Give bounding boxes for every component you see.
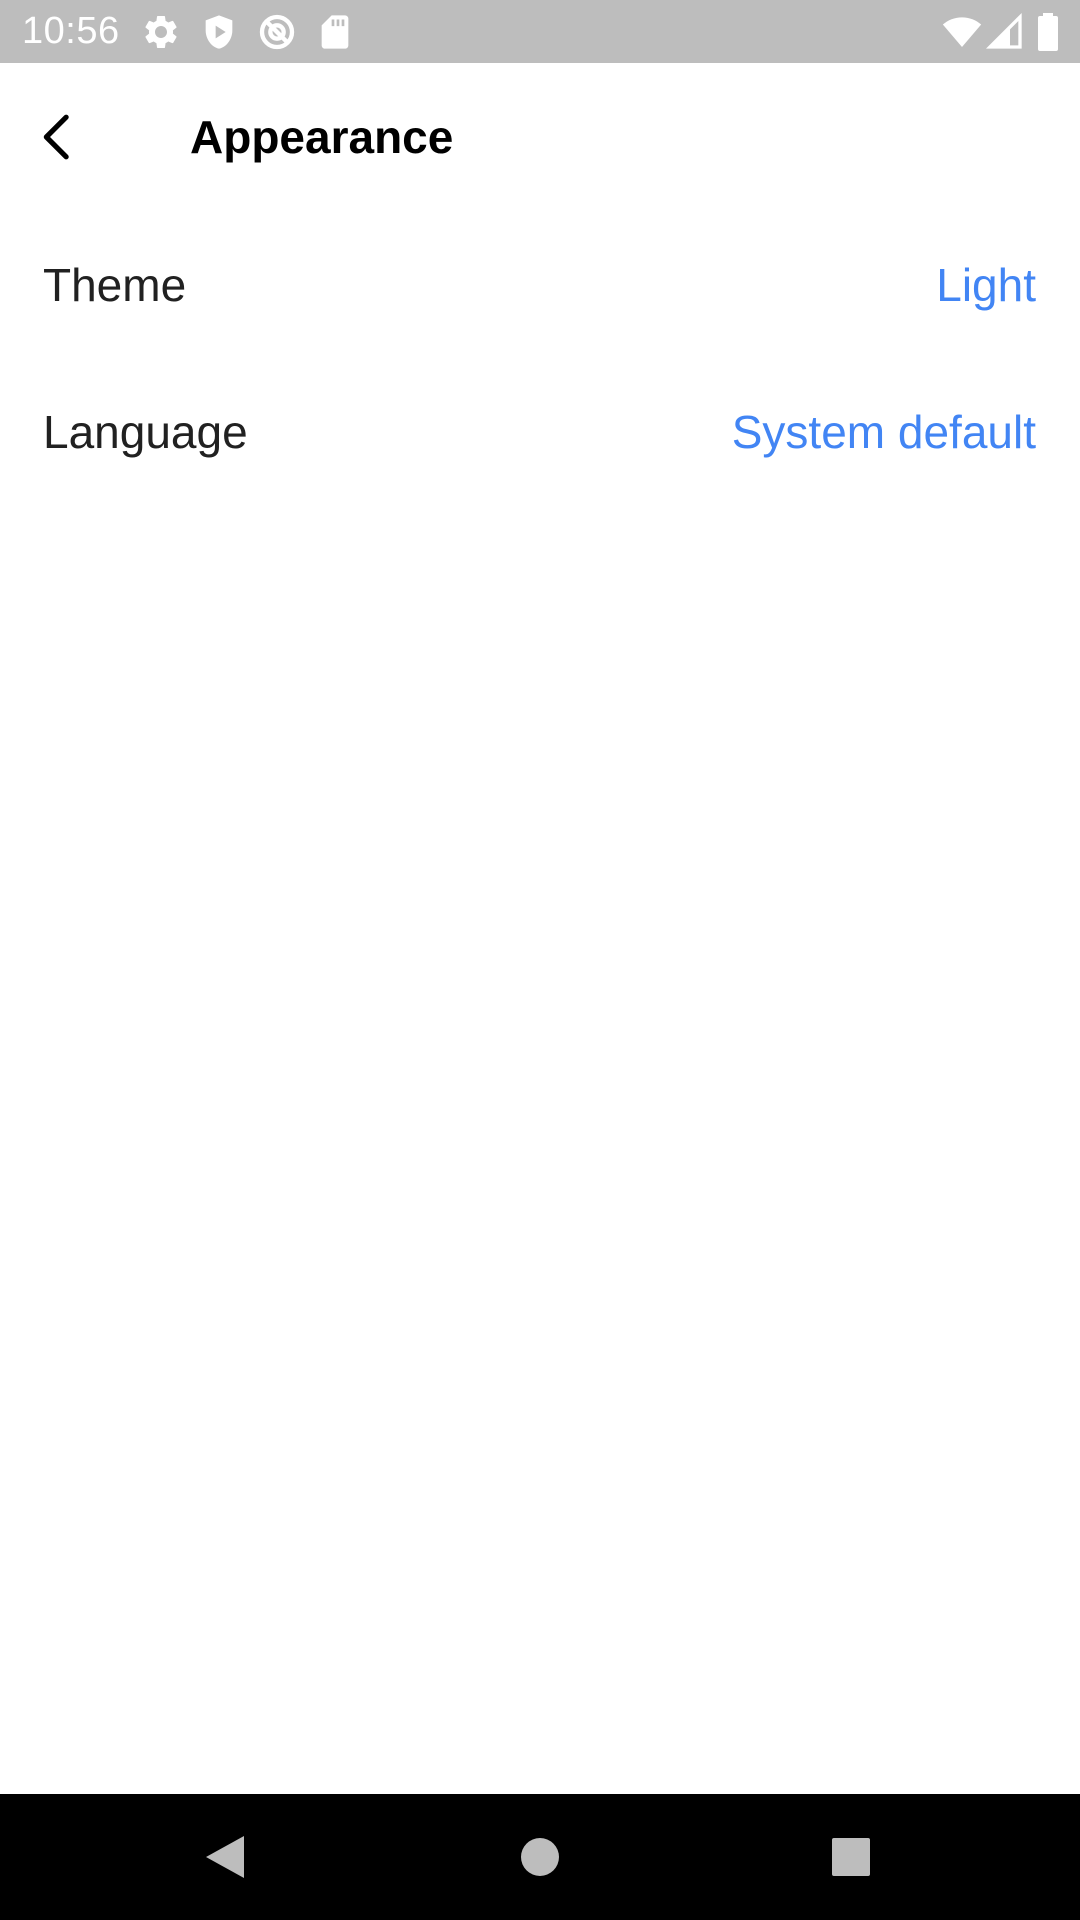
app-bar: Appearance: [0, 63, 1080, 211]
nav-back-button[interactable]: [190, 1822, 260, 1892]
theme-setting-row[interactable]: Theme Light: [0, 211, 1080, 358]
back-triangle-icon: [206, 1836, 244, 1878]
wifi-icon: [942, 12, 982, 52]
language-label: Language: [43, 406, 248, 458]
nav-home-button[interactable]: [505, 1822, 575, 1892]
theme-value[interactable]: Light: [936, 257, 1036, 313]
status-time: 10:56: [22, 10, 120, 52]
shield-play-icon: [199, 12, 239, 52]
back-button[interactable]: [18, 97, 98, 177]
chevron-left-icon: [43, 114, 69, 160]
status-bar: 10:56: [0, 0, 1080, 63]
settings-gear-icon: [141, 12, 181, 52]
sd-card-icon: [315, 12, 355, 52]
home-circle-icon: [521, 1838, 559, 1876]
language-setting-row[interactable]: Language System default: [0, 358, 1080, 505]
language-value[interactable]: System default: [732, 404, 1036, 460]
navigation-bar: [0, 1794, 1080, 1920]
theme-label: Theme: [43, 259, 187, 311]
page-title: Appearance: [190, 111, 454, 163]
recents-square-icon: [832, 1838, 870, 1876]
battery-icon: [1030, 12, 1066, 52]
nav-recents-button[interactable]: [816, 1822, 886, 1892]
cell-signal-icon: [985, 12, 1025, 52]
no-sync-icon: [257, 12, 297, 52]
